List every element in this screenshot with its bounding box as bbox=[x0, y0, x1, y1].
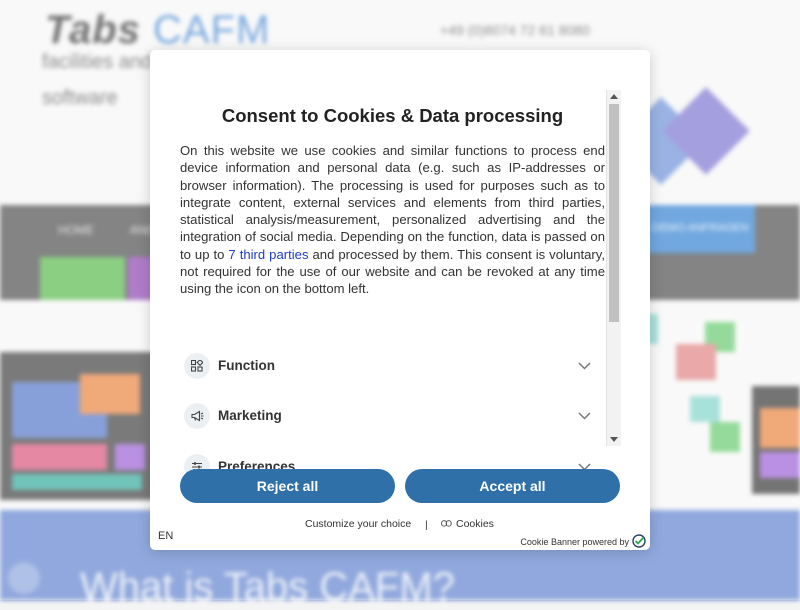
scroll-down-arrow-icon[interactable] bbox=[610, 437, 618, 442]
megaphone-icon bbox=[184, 403, 210, 429]
language-selector[interactable]: EN bbox=[158, 530, 173, 542]
consent-title: Consent to Cookies & Data processing bbox=[221, 105, 564, 126]
powered-by[interactable]: Cookie Banner powered by bbox=[520, 534, 646, 550]
category-label: Function bbox=[218, 358, 275, 373]
consent-scrollbar[interactable] bbox=[606, 90, 621, 446]
footer-separator: | bbox=[425, 519, 428, 531]
category-function[interactable]: Function bbox=[180, 349, 605, 383]
link-icon bbox=[441, 518, 452, 530]
checkmark-shield-icon bbox=[632, 534, 646, 550]
customize-choice-link[interactable]: Customize your choice bbox=[305, 518, 411, 530]
consent-dialog: Consent to Cookies & Data processing On … bbox=[150, 50, 650, 550]
reject-all-button[interactable]: Reject all bbox=[180, 469, 395, 503]
consent-description: On this website we use cookies and simil… bbox=[180, 143, 605, 297]
category-marketing[interactable]: Marketing bbox=[180, 399, 605, 433]
consent-scroll-area[interactable]: Consent to Cookies & Data processing On … bbox=[180, 90, 620, 498]
scrollbar-thumb[interactable] bbox=[609, 104, 619, 322]
chevron-down-icon[interactable] bbox=[578, 357, 591, 375]
category-label: Marketing bbox=[218, 408, 282, 423]
accept-all-button[interactable]: Accept all bbox=[405, 469, 620, 503]
chevron-down-icon[interactable] bbox=[578, 407, 591, 425]
scroll-up-arrow-icon[interactable] bbox=[610, 94, 618, 99]
third-parties-link[interactable]: 7 third parties bbox=[228, 247, 308, 262]
function-grid-icon bbox=[184, 353, 210, 379]
cookies-link[interactable]: Cookies bbox=[441, 518, 494, 530]
